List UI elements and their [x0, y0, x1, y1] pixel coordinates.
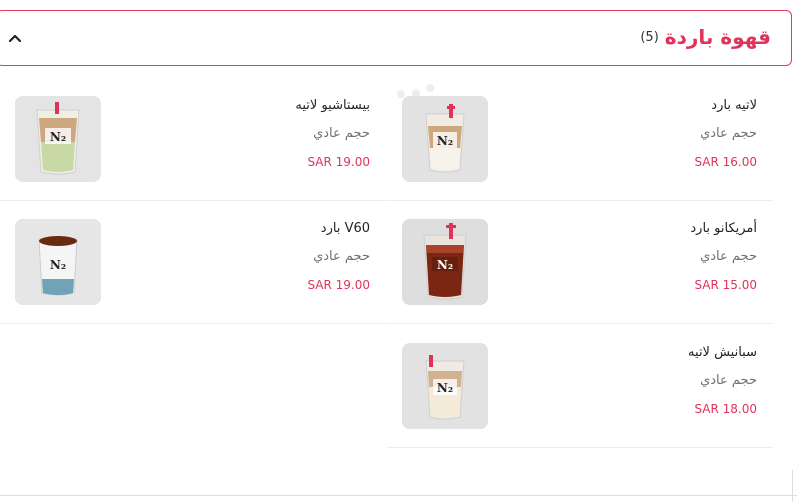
svg-text:N₂: N₂: [50, 130, 66, 144]
item-price: SAR 16.00: [694, 155, 757, 169]
item-price: SAR 19.00: [307, 278, 370, 292]
category-title: قهوة باردة: [664, 25, 771, 49]
item-size: حجم عادي: [313, 249, 370, 264]
menu-item-iced-latte[interactable]: N₂ لاتيه بارد حجم عادي SAR 16.00: [387, 77, 773, 201]
chevron-up-icon[interactable]: [5, 28, 25, 48]
item-price: SAR 15.00: [694, 278, 757, 292]
menu-item-iced-americano[interactable]: N₂ أمريكانو بارد حجم عادي SAR 15.00: [387, 200, 773, 324]
item-name: لاتيه بارد: [711, 98, 757, 113]
spanish-latte-cup-image: N₂: [402, 343, 488, 429]
svg-text:N₂: N₂: [437, 134, 453, 148]
category-header[interactable]: قهوة باردة (5): [0, 10, 792, 66]
iced-americano-cup-image: N₂: [402, 219, 488, 305]
section-divider: [0, 495, 797, 496]
menu-item-pistachio-latte[interactable]: N₂ بيستاشيو لاتيه حجم عادي SAR 19.00: [0, 77, 386, 201]
category-count: (5): [640, 29, 659, 45]
item-size: حجم عادي: [313, 126, 370, 141]
item-price: SAR 19.00: [307, 155, 370, 169]
item-size: حجم عادي: [700, 126, 757, 141]
item-price: SAR 18.00: [694, 402, 757, 416]
item-name: سبانيش لاتيه: [688, 345, 757, 360]
item-size: حجم عادي: [700, 249, 757, 264]
svg-text:N₂: N₂: [437, 258, 453, 272]
menu-item-spanish-latte[interactable]: N₂ سبانيش لاتيه حجم عادي SAR 18.00: [387, 324, 773, 448]
category-title-group: قهوة باردة (5): [640, 25, 771, 49]
iced-latte-cup-image: N₂: [402, 96, 488, 182]
svg-text:N₂: N₂: [50, 258, 66, 272]
item-size: حجم عادي: [700, 373, 757, 388]
pistachio-latte-cup-image: N₂: [15, 96, 101, 182]
menu-page: قهوة باردة (5) N₂ لاتيه بارد حجم عادي SA…: [0, 0, 797, 502]
section-border: [792, 470, 793, 502]
menu-item-iced-v60[interactable]: N₂ V60 بارد حجم عادي SAR 19.00: [0, 200, 386, 324]
svg-text:N₂: N₂: [437, 381, 453, 395]
item-name: بيستاشيو لاتيه: [295, 98, 370, 113]
iced-v60-cup-image: N₂: [15, 219, 101, 305]
item-name: V60 بارد: [320, 221, 370, 236]
item-name: أمريكانو بارد: [690, 221, 757, 236]
